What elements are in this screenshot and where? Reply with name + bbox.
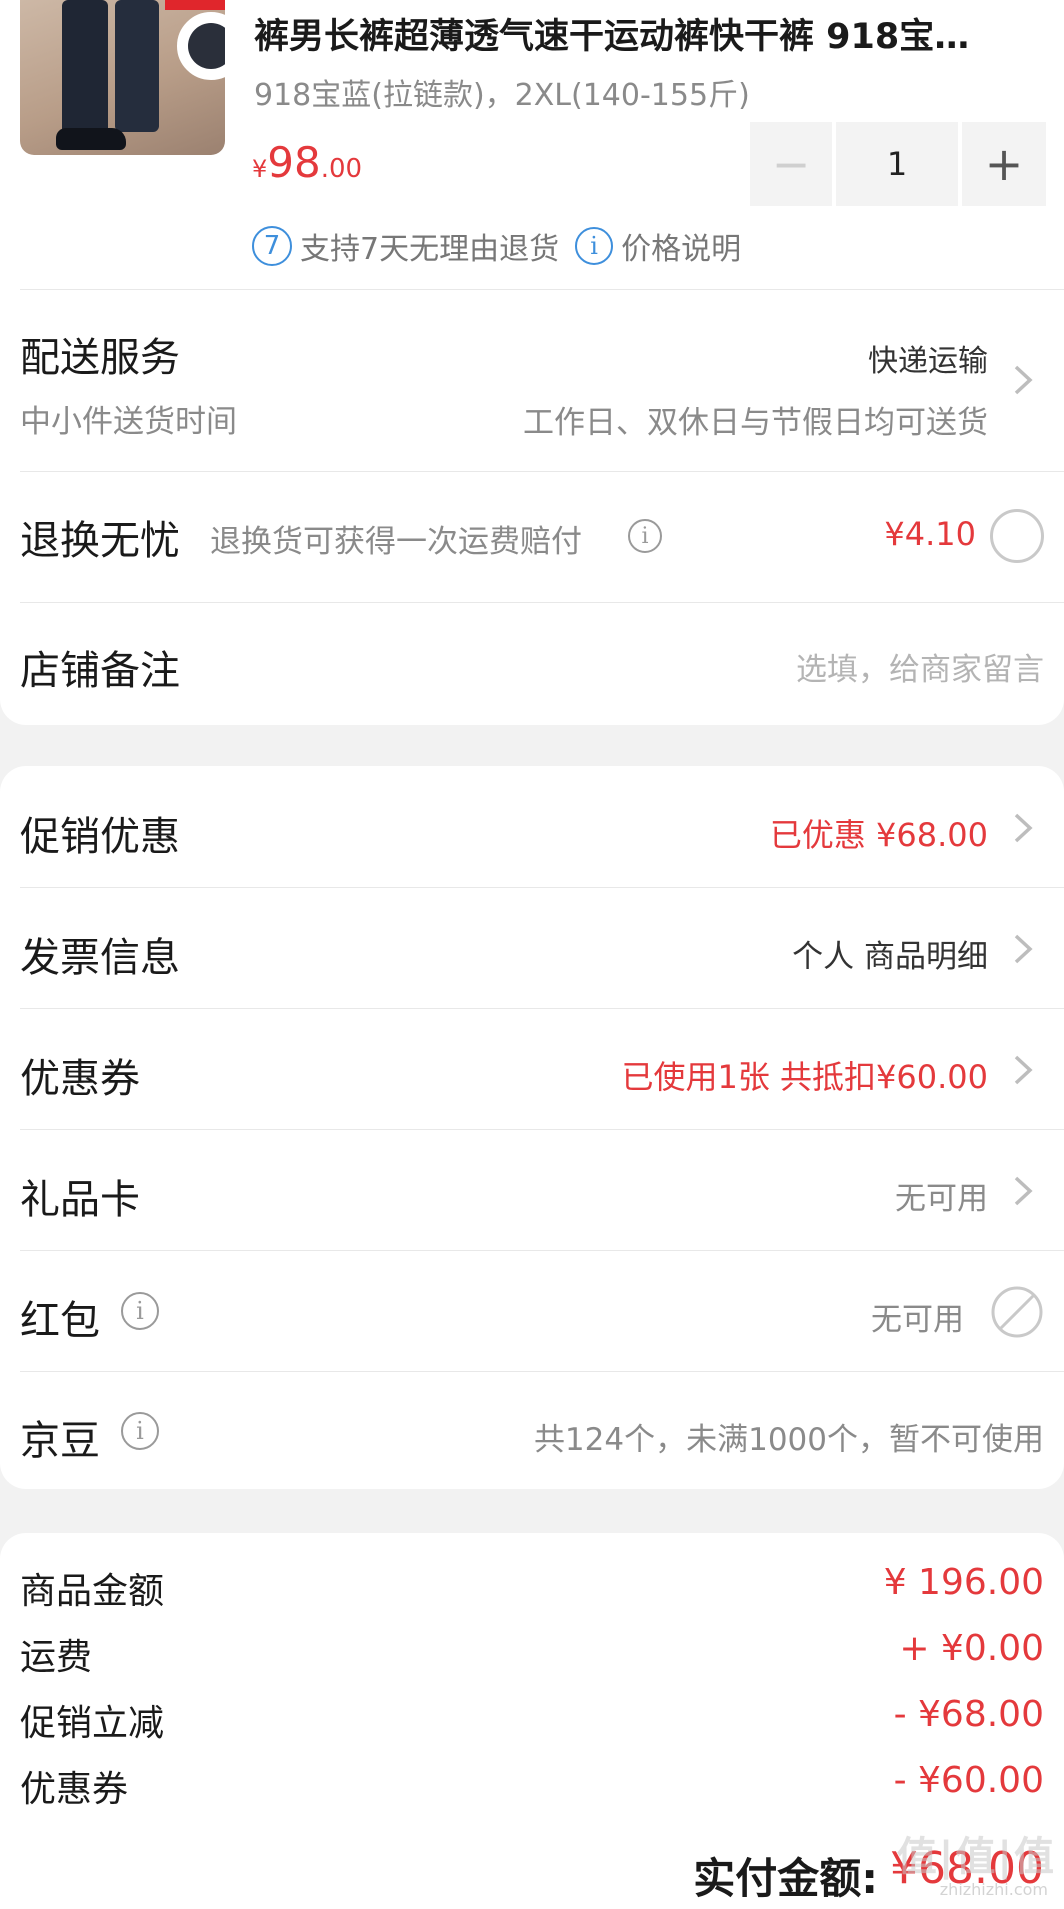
quantity-stepper: − 1 +	[750, 122, 1046, 206]
redpacket-value: 无可用	[871, 1302, 964, 1338]
delivery-time-label: 中小件送货时间	[20, 404, 237, 440]
promo-value: 已优惠 ¥68.00	[769, 816, 988, 854]
checkout-page: 裤男长裤超薄透气速干运动裤快干裤 918宝… 918宝蓝(拉链款)，2XL(14…	[0, 0, 1064, 1909]
redpacket-label: 红包	[20, 1298, 100, 1344]
thumbnail-detail-inset	[177, 12, 225, 80]
chevron-right-icon	[1006, 932, 1040, 966]
chevron-right-icon	[1006, 363, 1040, 397]
giftcard-value: 无可用	[895, 1181, 988, 1217]
delivery-label: 配送服务	[20, 335, 180, 381]
giftcard-label: 礼品卡	[20, 1177, 140, 1223]
divider	[20, 1008, 1064, 1009]
total-pay-label: 实付金额:	[693, 1854, 878, 1903]
product-thumbnail[interactable]	[20, 0, 225, 155]
divider	[20, 1250, 1064, 1251]
store-note-input[interactable]: 选填，给商家留言	[796, 644, 1044, 689]
divider	[20, 887, 1064, 888]
return-insurance-price: ¥4.10	[884, 515, 976, 553]
return-insurance-checkbox[interactable]	[990, 509, 1044, 563]
return-insurance-label: 退换无忧	[20, 518, 180, 564]
jingdou-value: 共124个，未满1000个，暂不可使用	[533, 1422, 1044, 1458]
summary-value: - ¥60.00	[893, 1760, 1044, 1801]
order-items-card: 裤男长裤超薄透气速干运动裤快干裤 918宝… 918宝蓝(拉链款)，2XL(14…	[0, 0, 1064, 725]
info-icon[interactable]: i	[121, 1412, 159, 1450]
service-badges: 7 支持7天无理由退货 i 价格说明	[252, 224, 757, 268]
disabled-icon	[991, 1286, 1043, 1338]
price-explanation-link[interactable]: 价格说明	[621, 224, 741, 268]
price-currency: ¥	[252, 155, 268, 183]
price-decimal: .00	[320, 154, 363, 184]
thumbnail-leg	[62, 0, 108, 140]
divider	[20, 602, 1064, 603]
summary-value: + ¥0.00	[899, 1628, 1044, 1669]
discounts-card	[0, 766, 1064, 1489]
summary-label: 优惠券	[20, 1769, 129, 1810]
info-icon[interactable]: i	[575, 227, 614, 265]
promo-label: 促销优惠	[20, 814, 180, 860]
divider	[20, 289, 1064, 290]
divider	[20, 1371, 1064, 1372]
increase-quantity-button[interactable]: +	[962, 122, 1046, 206]
decrease-quantity-button[interactable]: −	[750, 122, 832, 206]
info-icon[interactable]: i	[628, 519, 662, 553]
divider	[20, 1129, 1064, 1130]
price-integer: 98	[267, 138, 321, 187]
summary-value: - ¥68.00	[893, 1694, 1044, 1735]
thumbnail-leg	[115, 0, 159, 132]
jingdou-label: 京豆	[20, 1418, 100, 1464]
coupon-label: 优惠券	[20, 1056, 140, 1102]
invoice-label: 发票信息	[20, 935, 180, 981]
seven-day-return-text[interactable]: 支持7天无理由退货	[300, 224, 559, 268]
chevron-right-icon	[1006, 811, 1040, 845]
divider	[20, 471, 1064, 472]
summary-label: 商品金额	[20, 1571, 165, 1612]
product-spec: 918宝蓝(拉链款)，2XL(140-155斤)	[254, 78, 750, 113]
delivery-method: 快递运输	[868, 344, 988, 379]
invoice-value: 个人 商品明细	[792, 939, 988, 975]
return-insurance-desc: 退换货可获得一次运费赔付	[210, 524, 582, 560]
coupon-value: 已使用1张 共抵扣¥60.00	[621, 1058, 988, 1096]
summary-label: 运费	[20, 1637, 93, 1678]
seven-day-return-icon: 7	[252, 226, 292, 266]
summary-value: ¥ 196.00	[883, 1562, 1044, 1603]
watermark-url: zhizhizhi.com	[939, 1880, 1048, 1899]
thumbnail-tag	[165, 0, 225, 10]
chevron-right-icon	[1006, 1053, 1040, 1087]
delivery-time-value: 工作日、双休日与节假日均可送货	[523, 405, 988, 441]
thumbnail-shoe	[56, 128, 126, 150]
chevron-right-icon	[1006, 1174, 1040, 1208]
product-price: ¥98.00	[252, 138, 362, 187]
quantity-input[interactable]: 1	[836, 122, 958, 206]
watermark-logo: 值|值|值	[896, 1834, 1056, 1880]
summary-label: 促销立减	[20, 1703, 165, 1744]
store-note-label: 店铺备注	[20, 648, 180, 694]
product-title[interactable]: 裤男长裤超薄透气速干运动裤快干裤 918宝…	[254, 8, 1014, 59]
info-icon[interactable]: i	[121, 1292, 159, 1330]
